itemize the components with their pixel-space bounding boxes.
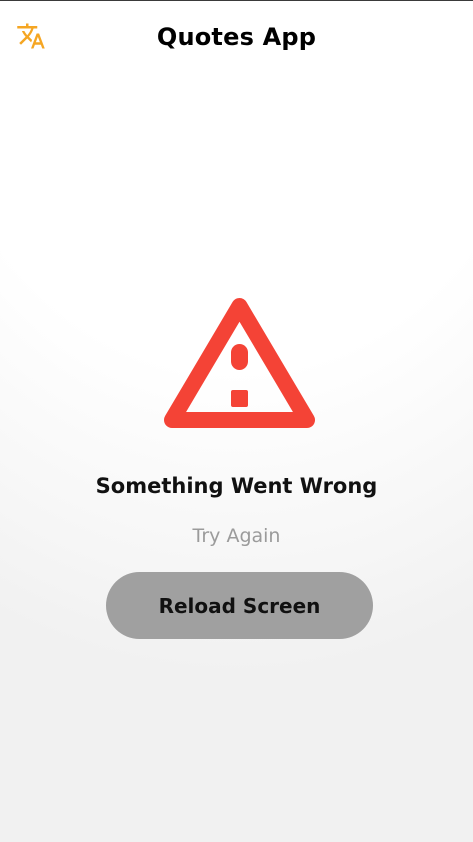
warning-icon	[164, 298, 315, 428]
app-bar: Quotes App	[0, 1, 473, 75]
reload-screen-button[interactable]: Reload Screen	[106, 572, 373, 639]
error-title: Something Went Wrong	[95, 474, 378, 498]
app-title: Quotes App	[156, 23, 317, 51]
error-screen: Quotes App Something Went Wrong Try Agai…	[0, 0, 473, 842]
error-subtitle: Try Again	[192, 525, 281, 547]
